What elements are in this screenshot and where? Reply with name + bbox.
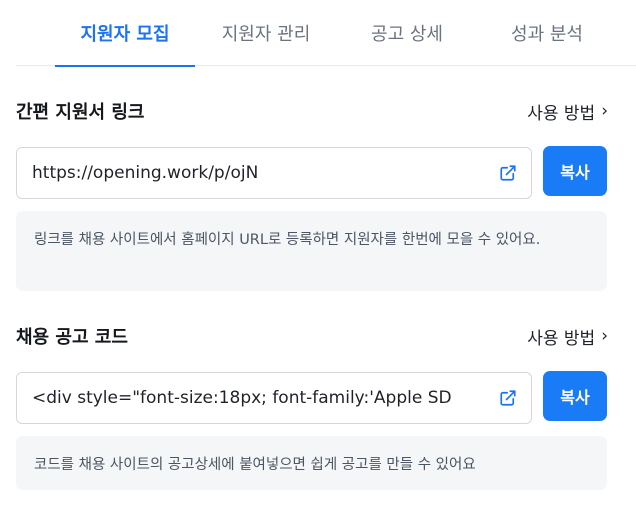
code-section-header: 채용 공고 코드 사용 방법 › [16, 322, 608, 350]
link-field[interactable]: https://opening.work/p/ojN [16, 147, 532, 199]
tab-posting-detail[interactable]: 공고 상세 [337, 0, 477, 66]
tab-performance-analysis[interactable]: 성과 분석 [477, 0, 617, 66]
link-section-header: 간편 지원서 링크 사용 방법 › [16, 97, 608, 125]
code-snippet-value: <div style="font-size:18px; font-family:… [32, 388, 452, 408]
code-howto-label: 사용 방법 [527, 328, 596, 349]
link-howto-link[interactable]: 사용 방법 › [527, 99, 608, 124]
code-copy-button[interactable]: 복사 [543, 371, 607, 421]
link-copy-button[interactable]: 복사 [543, 146, 607, 196]
code-section-title: 채용 공고 코드 [16, 327, 128, 348]
chevron-right-icon: › [601, 101, 608, 121]
tab-bar: 지원자 모집 지원자 관리 공고 상세 성과 분석 [16, 0, 636, 67]
link-note: 링크를 채용 사이트에서 홈페이지 URL로 등록하면 지원자를 한번에 모을 … [16, 211, 607, 291]
external-link-icon[interactable] [499, 389, 517, 407]
link-url-value: https://opening.work/p/ojN [32, 163, 259, 183]
link-section-title: 간편 지원서 링크 [16, 102, 145, 123]
link-howto-label: 사용 방법 [527, 103, 596, 124]
code-note: 코드를 채용 사이트의 공고상세에 붙여넣으면 쉽게 공고를 만들 수 있어요 [16, 436, 607, 490]
code-howto-link[interactable]: 사용 방법 › [527, 324, 608, 349]
code-field[interactable]: <div style="font-size:18px; font-family:… [16, 372, 532, 424]
tab-applicant-management[interactable]: 지원자 관리 [195, 0, 337, 66]
tab-recruit[interactable]: 지원자 모집 [55, 0, 195, 67]
chevron-right-icon: › [601, 326, 608, 346]
external-link-icon[interactable] [499, 164, 517, 182]
